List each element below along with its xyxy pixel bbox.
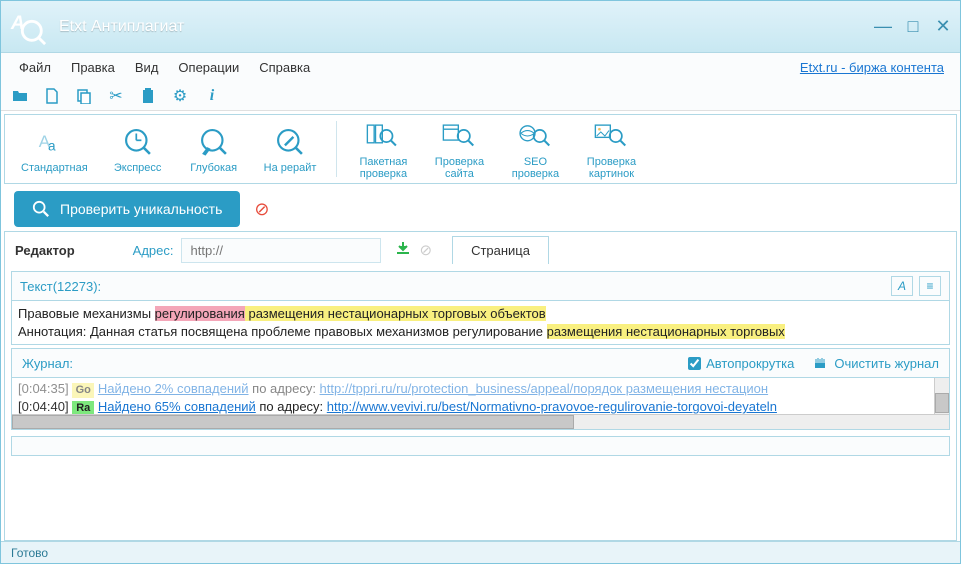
main-panel: Редактор Адрес: ⊘ Страница Текст(12273):… bbox=[4, 231, 957, 541]
paste-icon[interactable] bbox=[139, 87, 157, 105]
address-input[interactable] bbox=[181, 238, 381, 263]
deep-icon bbox=[197, 125, 231, 159]
title-bar: A Etxt Антиплагиат — □ ✕ bbox=[1, 1, 960, 53]
menu-edit[interactable]: Правка bbox=[61, 56, 125, 79]
cut-icon[interactable]: ✂ bbox=[107, 87, 125, 105]
menu-help[interactable]: Справка bbox=[249, 56, 320, 79]
log-body: [0:04:35] Go Найдено 2% совпадений по ад… bbox=[11, 378, 950, 430]
stop-load-icon[interactable]: ⊘ bbox=[419, 241, 432, 259]
mode-toolbar: Aa Стандартная Экспресс Глубокая На рера… bbox=[4, 114, 957, 184]
font-button[interactable]: A bbox=[891, 276, 913, 296]
search-icon bbox=[32, 200, 50, 218]
seo-icon bbox=[518, 119, 552, 153]
mode-label: Проверка картинок bbox=[587, 156, 636, 180]
brush-icon bbox=[812, 356, 828, 370]
mode-express[interactable]: Экспресс bbox=[100, 121, 176, 178]
mode-images[interactable]: Проверка картинок bbox=[573, 115, 649, 184]
mode-label: SEO проверка bbox=[512, 156, 559, 180]
app-title: Etxt Антиплагиат bbox=[59, 18, 184, 36]
clear-log-button[interactable]: Очистить журнал bbox=[812, 356, 939, 371]
open-folder-icon[interactable] bbox=[11, 87, 29, 105]
close-button[interactable]: ✕ bbox=[934, 16, 952, 37]
mode-standard[interactable]: Aa Стандартная bbox=[9, 121, 100, 178]
mode-deep[interactable]: Глубокая bbox=[176, 121, 252, 178]
text-count-label: Текст(12273): bbox=[20, 279, 101, 294]
text-header: Текст(12273): A ≡ bbox=[11, 271, 950, 301]
check-bar: Проверить уникальность ⊘ bbox=[4, 187, 957, 231]
mode-label: Пакетная проверка bbox=[359, 156, 407, 180]
mode-rewrite[interactable]: На рерайт bbox=[252, 121, 329, 178]
status-text: Готово bbox=[11, 546, 48, 560]
mode-site[interactable]: Проверка сайта bbox=[421, 115, 497, 184]
mode-label: На рерайт bbox=[264, 162, 317, 174]
horizontal-scrollbar[interactable] bbox=[12, 414, 949, 429]
minimize-button[interactable]: — bbox=[874, 16, 892, 37]
mode-label: Глубокая bbox=[190, 162, 237, 174]
list-button[interactable]: ≡ bbox=[919, 276, 941, 296]
icon-toolbar: ✂ ⚙ i bbox=[1, 81, 960, 111]
tab-page[interactable]: Страница bbox=[452, 236, 549, 264]
log-label: Журнал: bbox=[22, 356, 73, 371]
mode-label: Стандартная bbox=[21, 162, 88, 174]
standard-icon: Aa bbox=[37, 125, 71, 159]
status-bar: Готово bbox=[1, 541, 960, 563]
mode-label: Проверка сайта bbox=[435, 156, 484, 180]
info-icon[interactable]: i bbox=[203, 87, 221, 105]
menu-file[interactable]: Файл bbox=[9, 56, 61, 79]
button-label: Проверить уникальность bbox=[60, 201, 222, 217]
rewrite-icon bbox=[273, 125, 307, 159]
separator bbox=[336, 121, 337, 177]
app-logo: A bbox=[9, 8, 47, 46]
svg-text:a: a bbox=[48, 138, 56, 153]
autoscroll-checkbox[interactable]: Автопрокрутка bbox=[688, 356, 794, 371]
mode-seo[interactable]: SEO проверка bbox=[497, 115, 573, 184]
log-line: [0:04:35] Go Найдено 2% совпадений по ад… bbox=[18, 380, 943, 398]
address-label: Адрес: bbox=[133, 243, 174, 258]
site-icon bbox=[442, 119, 476, 153]
maximize-button[interactable]: □ bbox=[904, 16, 922, 37]
download-icon[interactable] bbox=[395, 240, 411, 261]
text-editor[interactable]: Правовые механизмы регулирования размеще… bbox=[11, 301, 950, 345]
new-file-icon[interactable] bbox=[43, 87, 61, 105]
batch-icon bbox=[366, 119, 400, 153]
mode-label: Экспресс bbox=[114, 162, 162, 174]
menu-bar: Файл Правка Вид Операции Справка Etxt.ru… bbox=[1, 53, 960, 81]
check-uniqueness-button[interactable]: Проверить уникальность bbox=[14, 191, 240, 227]
progress-bar bbox=[11, 436, 950, 456]
address-bar: Редактор Адрес: ⊘ Страница bbox=[5, 232, 956, 268]
menu-operations[interactable]: Операции bbox=[168, 56, 249, 79]
images-icon bbox=[594, 119, 628, 153]
stop-icon[interactable]: ⊘ bbox=[254, 199, 269, 220]
editor-label: Редактор bbox=[15, 243, 75, 258]
menu-view[interactable]: Вид bbox=[125, 56, 169, 79]
copy-icon[interactable] bbox=[75, 87, 93, 105]
log-header: Журнал: Автопрокрутка Очистить журнал bbox=[11, 348, 950, 378]
mode-batch[interactable]: Пакетная проверка bbox=[345, 115, 421, 184]
settings-icon[interactable]: ⚙ bbox=[171, 87, 189, 105]
express-icon bbox=[121, 125, 155, 159]
etxt-link[interactable]: Etxt.ru - биржа контента bbox=[800, 60, 952, 75]
